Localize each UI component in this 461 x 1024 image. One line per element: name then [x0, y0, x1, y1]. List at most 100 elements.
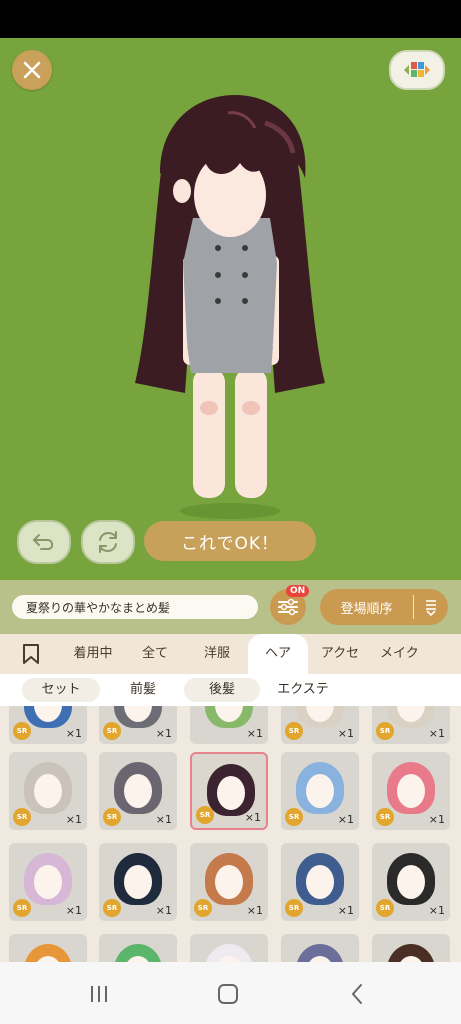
tab-bookmark[interactable]: [0, 634, 62, 674]
hair-item-card[interactable]: [9, 934, 87, 962]
recent-apps-icon: [91, 986, 107, 1002]
bookmark-icon: [23, 644, 39, 664]
subtab-bangs[interactable]: 前髪: [104, 678, 182, 702]
hair-item-card[interactable]: SR ×1: [281, 843, 359, 921]
item-quantity: ×1: [428, 813, 445, 826]
mannequin-head: [34, 865, 62, 899]
back-button[interactable]: [342, 982, 372, 1006]
undo-icon: [33, 534, 54, 550]
hair-item-card[interactable]: [281, 934, 359, 962]
hair-item-card[interactable]: [372, 934, 450, 962]
item-quantity: ×1: [155, 727, 172, 740]
hair-item-card[interactable]: [190, 934, 268, 962]
close-button[interactable]: [12, 50, 52, 90]
hair-item-card[interactable]: SR ×1: [372, 706, 450, 744]
rarity-badge: SR: [103, 899, 121, 917]
sort-descending-icon: [426, 600, 436, 616]
rarity-badge: SR: [285, 808, 303, 826]
status-bar: [0, 0, 461, 38]
tab-wearing[interactable]: 着用中: [62, 634, 124, 674]
background-palette-button[interactable]: [389, 50, 445, 90]
rarity-badge: SR: [196, 806, 214, 824]
mannequin-head: [306, 865, 334, 899]
hair-item-card[interactable]: SR ×1: [9, 752, 87, 830]
item-quantity: ×1: [65, 727, 82, 740]
mannequin-head: [215, 865, 243, 899]
hair-item-card[interactable]: SR ×1: [372, 752, 450, 830]
mannequin-head: [124, 865, 152, 899]
item-quantity: ×1: [337, 813, 354, 826]
hair-item-card-selected[interactable]: SR ×1: [190, 752, 268, 830]
rarity-badge: SR: [376, 899, 394, 917]
item-quantity: ×1: [428, 904, 445, 917]
subtab-set[interactable]: セット: [22, 678, 100, 702]
filter-on-badge: ON: [286, 585, 310, 597]
palette-icon: [404, 62, 430, 77]
rarity-badge: SR: [194, 899, 212, 917]
home-button[interactable]: [213, 982, 243, 1006]
hair-item-card[interactable]: SR ×1: [99, 706, 177, 744]
sort-toggle[interactable]: [414, 598, 448, 616]
item-quantity: ×1: [246, 727, 263, 740]
back-icon: [351, 984, 362, 1004]
subtab-back-hair[interactable]: 後髪: [184, 678, 260, 702]
item-quantity: ×1: [246, 904, 263, 917]
rarity-badge: SR: [13, 808, 31, 826]
mannequin-head: [217, 776, 245, 810]
recent-apps-button[interactable]: [84, 982, 114, 1006]
hair-item-card[interactable]: SR ×1: [9, 706, 87, 744]
home-icon: [218, 984, 238, 1004]
mannequin-head: [34, 774, 62, 808]
item-quantity: ×1: [65, 813, 82, 826]
rarity-badge: SR: [285, 722, 303, 740]
hair-item-card[interactable]: ×1: [190, 706, 268, 744]
avatar-preview-stage: これでOK！: [0, 38, 461, 580]
rarity-badge: SR: [103, 722, 121, 740]
hair-item-grid: SR ×1 SR ×1 ×1 SR ×1 SR ×1 SR ×1 SR ×1 SR ×1 SR ×1 SR ×1 SR…: [0, 706, 461, 962]
item-quantity: ×1: [337, 727, 354, 740]
mannequin-head: [306, 774, 334, 808]
item-quantity: ×1: [337, 904, 354, 917]
selected-item-name: 夏祭りの華やかなまとめ髪: [12, 595, 258, 619]
refresh-icon: [99, 531, 117, 553]
item-toolbar: 夏祭りの華やかなまとめ髪 ON 登場順序: [0, 580, 461, 634]
item-quantity: ×1: [65, 904, 82, 917]
android-nav-bar: [0, 962, 461, 1024]
hair-item-card[interactable]: SR ×1: [9, 843, 87, 921]
hair-item-card[interactable]: [99, 934, 177, 962]
tab-accessories[interactable]: アクセ: [308, 634, 372, 674]
undo-button[interactable]: [17, 520, 71, 564]
subtab-extensions[interactable]: エクステ: [264, 678, 342, 702]
item-quantity: ×1: [244, 811, 261, 824]
hair-subtabs: セット 前髪 後髪 エクステ: [0, 674, 461, 706]
hair-item-card[interactable]: SR ×1: [190, 843, 268, 921]
item-quantity: ×1: [155, 904, 172, 917]
category-tabs: 着用中 全て 洋服 ヘア アクセ メイク: [0, 634, 461, 674]
tab-all[interactable]: 全て: [124, 634, 186, 674]
close-icon: [23, 61, 41, 79]
hair-item-card[interactable]: SR ×1: [372, 843, 450, 921]
mannequin-head: [124, 774, 152, 808]
rarity-badge: SR: [376, 722, 394, 740]
hair-item-card[interactable]: SR ×1: [281, 706, 359, 744]
rarity-badge: SR: [376, 808, 394, 826]
tab-makeup[interactable]: メイク: [372, 634, 444, 674]
item-quantity: ×1: [155, 813, 172, 826]
filter-sliders-icon: [278, 598, 298, 616]
avatar-character: [135, 95, 325, 519]
hair-item-card[interactable]: SR ×1: [99, 843, 177, 921]
reset-button[interactable]: [81, 520, 135, 564]
confirm-ok-button[interactable]: これでOK！: [144, 521, 316, 561]
tab-hair[interactable]: ヘア: [248, 634, 308, 674]
item-quantity: ×1: [428, 727, 445, 740]
rarity-badge: SR: [13, 899, 31, 917]
hair-item-card[interactable]: SR ×1: [281, 752, 359, 830]
mannequin-head: [397, 865, 425, 899]
sort-order-button[interactable]: 登場順序: [320, 589, 448, 625]
rarity-badge: SR: [13, 722, 31, 740]
tab-clothes[interactable]: 洋服: [186, 634, 248, 674]
hair-item-card[interactable]: SR ×1: [99, 752, 177, 830]
rarity-badge: SR: [285, 899, 303, 917]
rarity-badge: SR: [103, 808, 121, 826]
sort-order-label: 登場順序: [340, 601, 393, 617]
